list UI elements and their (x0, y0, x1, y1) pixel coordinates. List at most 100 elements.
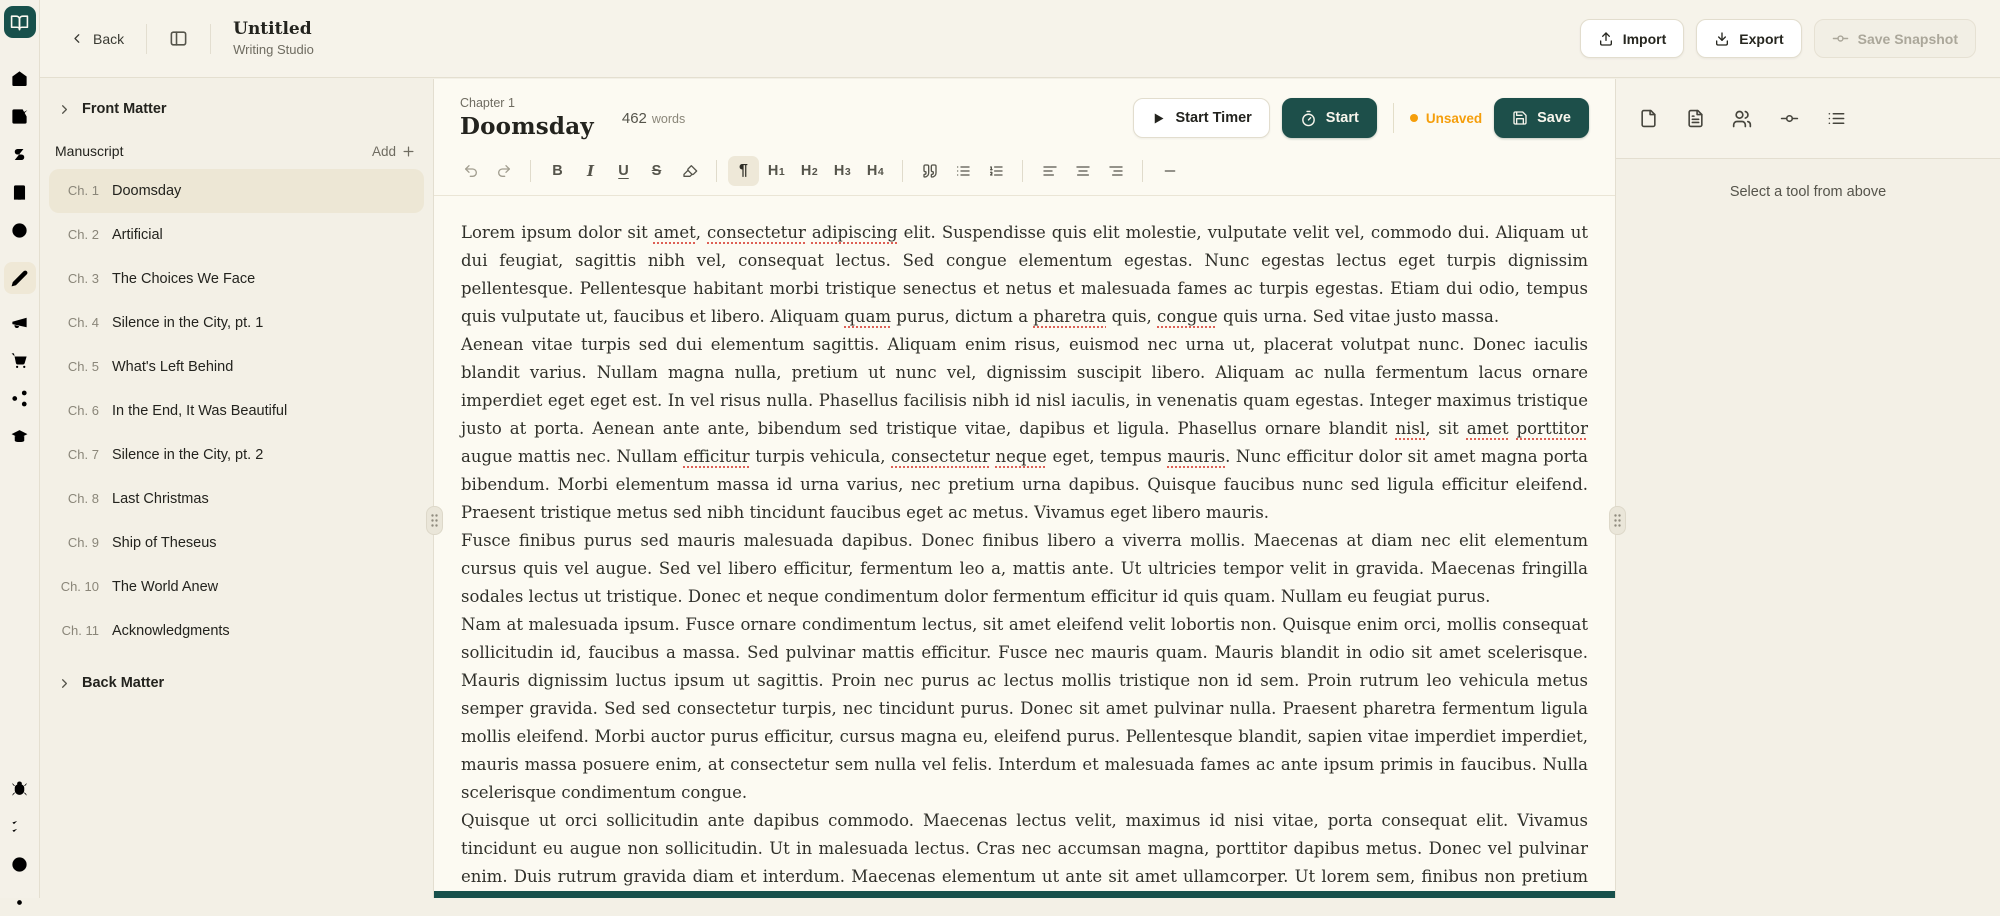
chapter-item-the-world-anew[interactable]: Ch. 10 The World Anew (49, 565, 424, 609)
heading3-button[interactable]: H3 (827, 156, 858, 186)
bullet-list-button[interactable] (947, 156, 978, 186)
undo-button[interactable] (455, 156, 486, 186)
app-logo[interactable] (3, 6, 36, 38)
chapter-item-silence-in-the-city-pt-1[interactable]: Ch. 4 Silence in the City, pt. 1 (49, 301, 424, 345)
italic-button[interactable]: I (575, 156, 606, 186)
save-button[interactable]: Save (1494, 98, 1589, 138)
misspelled-word[interactable]: congue (1157, 307, 1218, 326)
blockquote-button[interactable] (914, 156, 945, 186)
back-matter-toggle[interactable]: Back Matter (49, 667, 424, 699)
list-checks-icon[interactable] (6, 812, 34, 840)
doc-paragraph[interactable]: Fusce finibus purus sed mauris malesuada… (461, 527, 1588, 611)
strikethrough-button[interactable]: S (641, 156, 672, 186)
misspelled-word[interactable]: adipiscing (812, 223, 898, 242)
app-name: Writing Studio (233, 41, 314, 57)
home-icon[interactable] (6, 64, 34, 92)
chapter-item-whats-left-behind[interactable]: Ch. 5 What's Left Behind (49, 345, 424, 389)
download-icon (1714, 31, 1730, 47)
start-button[interactable]: Start (1281, 98, 1377, 138)
misspelled-word[interactable]: consectetur (707, 223, 806, 242)
chapter-number: Ch. 10 (60, 578, 99, 594)
misspelled-word[interactable]: porttitor (1517, 419, 1588, 438)
align-center-button[interactable] (1067, 156, 1098, 186)
heading4-button[interactable]: H4 (860, 156, 891, 186)
horizontal-rule-button[interactable] (1154, 156, 1185, 186)
quote-icon (922, 163, 938, 179)
misspelled-word[interactable]: amet (654, 223, 696, 242)
panel-resize-handle-right[interactable] (1609, 506, 1626, 535)
misspelled-word[interactable]: amet (1467, 419, 1509, 438)
bug-icon[interactable] (6, 774, 34, 802)
writing-pencil-icon[interactable] (3, 262, 36, 294)
settings-gear-icon[interactable] (6, 888, 34, 916)
building-icon[interactable] (6, 178, 34, 206)
underline-button[interactable]: U (608, 156, 639, 186)
chapter-label: Chapter 1 (460, 96, 515, 110)
panel-resize-handle-left[interactable] (426, 506, 443, 535)
file-tool-button[interactable] (1633, 104, 1663, 134)
ordered-list-button[interactable] (980, 156, 1011, 186)
add-chapter-button[interactable]: Add (372, 144, 416, 159)
align-left-icon (1042, 163, 1058, 179)
misspelled-word[interactable]: quam (844, 307, 891, 326)
tasks-check-icon[interactable] (6, 102, 34, 130)
outline-tool-button[interactable] (1821, 104, 1851, 134)
file-text-tool-button[interactable] (1680, 104, 1710, 134)
front-matter-toggle[interactable]: Front Matter (49, 93, 424, 125)
heading1-button[interactable]: H1 (761, 156, 792, 186)
heading2-label: H2 (800, 163, 819, 179)
misspelled-word[interactable]: pharetra (1033, 307, 1106, 326)
bold-button[interactable]: B (542, 156, 573, 186)
document-content[interactable]: Lorem ipsum dolor sit amet, consectetur … (434, 196, 1615, 898)
chapter-item-last-christmas[interactable]: Ch. 8 Last Christmas (49, 477, 424, 521)
misspelled-word[interactable]: consectetur (891, 447, 990, 466)
clock-icon[interactable] (6, 216, 34, 244)
misspelled-word[interactable]: mauris (1167, 447, 1225, 466)
highlighter-button[interactable] (674, 156, 705, 186)
doc-paragraph[interactable]: Nam at malesuada ipsum. Fusce ornare con… (461, 611, 1588, 807)
misspelled-word[interactable]: nisl (1396, 419, 1426, 438)
header-divider (1392, 103, 1394, 133)
import-button[interactable]: Import (1579, 19, 1685, 58)
doc-paragraph[interactable]: Aenean vitae turpis sed dui elementum sa… (461, 331, 1588, 527)
plus-icon (401, 144, 416, 159)
align-left-button[interactable] (1034, 156, 1065, 186)
chapter-item-doomsday[interactable]: Ch. 1 Doomsday (49, 169, 424, 213)
shopping-cart-icon[interactable] (6, 346, 34, 374)
save-snapshot-button[interactable]: Save Snapshot (1813, 19, 1976, 58)
panel-toggle-button[interactable] (169, 29, 188, 48)
share-nodes-icon[interactable] (6, 384, 34, 412)
heading2-button[interactable]: H2 (794, 156, 825, 186)
characters-tool-button[interactable] (1727, 104, 1757, 134)
chapter-item-acknowledgments[interactable]: Ch. 11 Acknowledgments (49, 609, 424, 653)
start-timer-button[interactable]: Start Timer (1132, 98, 1270, 138)
align-center-icon (1075, 163, 1091, 179)
unsaved-status: Unsaved (1409, 111, 1482, 126)
chapter-title: What's Left Behind (112, 358, 234, 375)
editor-actions: Start Timer Start Unsaved Save (1132, 98, 1589, 138)
front-matter-label: Front Matter (82, 101, 167, 117)
editor-chapter-title[interactable]: Doomsday (460, 113, 594, 140)
chapter-item-artificial[interactable]: Ch. 2 Artificial (49, 213, 424, 257)
export-button[interactable]: Export (1696, 19, 1802, 58)
misspelled-word[interactable]: neque (996, 447, 1047, 466)
misspelled-word[interactable]: efficitur (683, 447, 749, 466)
chapter-item-silence-in-the-city-pt-2[interactable]: Ch. 7 Silence in the City, pt. 2 (49, 433, 424, 477)
align-right-button[interactable] (1100, 156, 1131, 186)
paragraph-button[interactable]: ¶ (728, 156, 759, 186)
snapshots-tool-button[interactable] (1774, 104, 1804, 134)
redo-button[interactable] (488, 156, 519, 186)
chapter-item-ship-of-theseus[interactable]: Ch. 9 Ship of Theseus (49, 521, 424, 565)
word-count-suffix: words (651, 112, 686, 126)
chapter-number: Ch. 9 (67, 534, 99, 550)
graduation-cap-icon[interactable] (6, 422, 34, 450)
doc-paragraph[interactable]: Quisque ut orci sollicitudin ante dapibu… (461, 807, 1588, 898)
chapter-item-the-choices-we-face[interactable]: Ch. 3 The Choices We Face (49, 257, 424, 301)
help-circle-icon[interactable] (6, 850, 34, 878)
dollar-icon[interactable] (6, 140, 34, 168)
megaphone-icon[interactable] (6, 308, 34, 336)
chapter-item-in-the-end-it-was-beautiful[interactable]: Ch. 6 In the End, It Was Beautiful (49, 389, 424, 433)
doc-paragraph[interactable]: Lorem ipsum dolor sit amet, consectetur … (461, 219, 1588, 331)
heading3-label: H3 (833, 163, 852, 179)
back-button[interactable]: Back (70, 31, 124, 47)
